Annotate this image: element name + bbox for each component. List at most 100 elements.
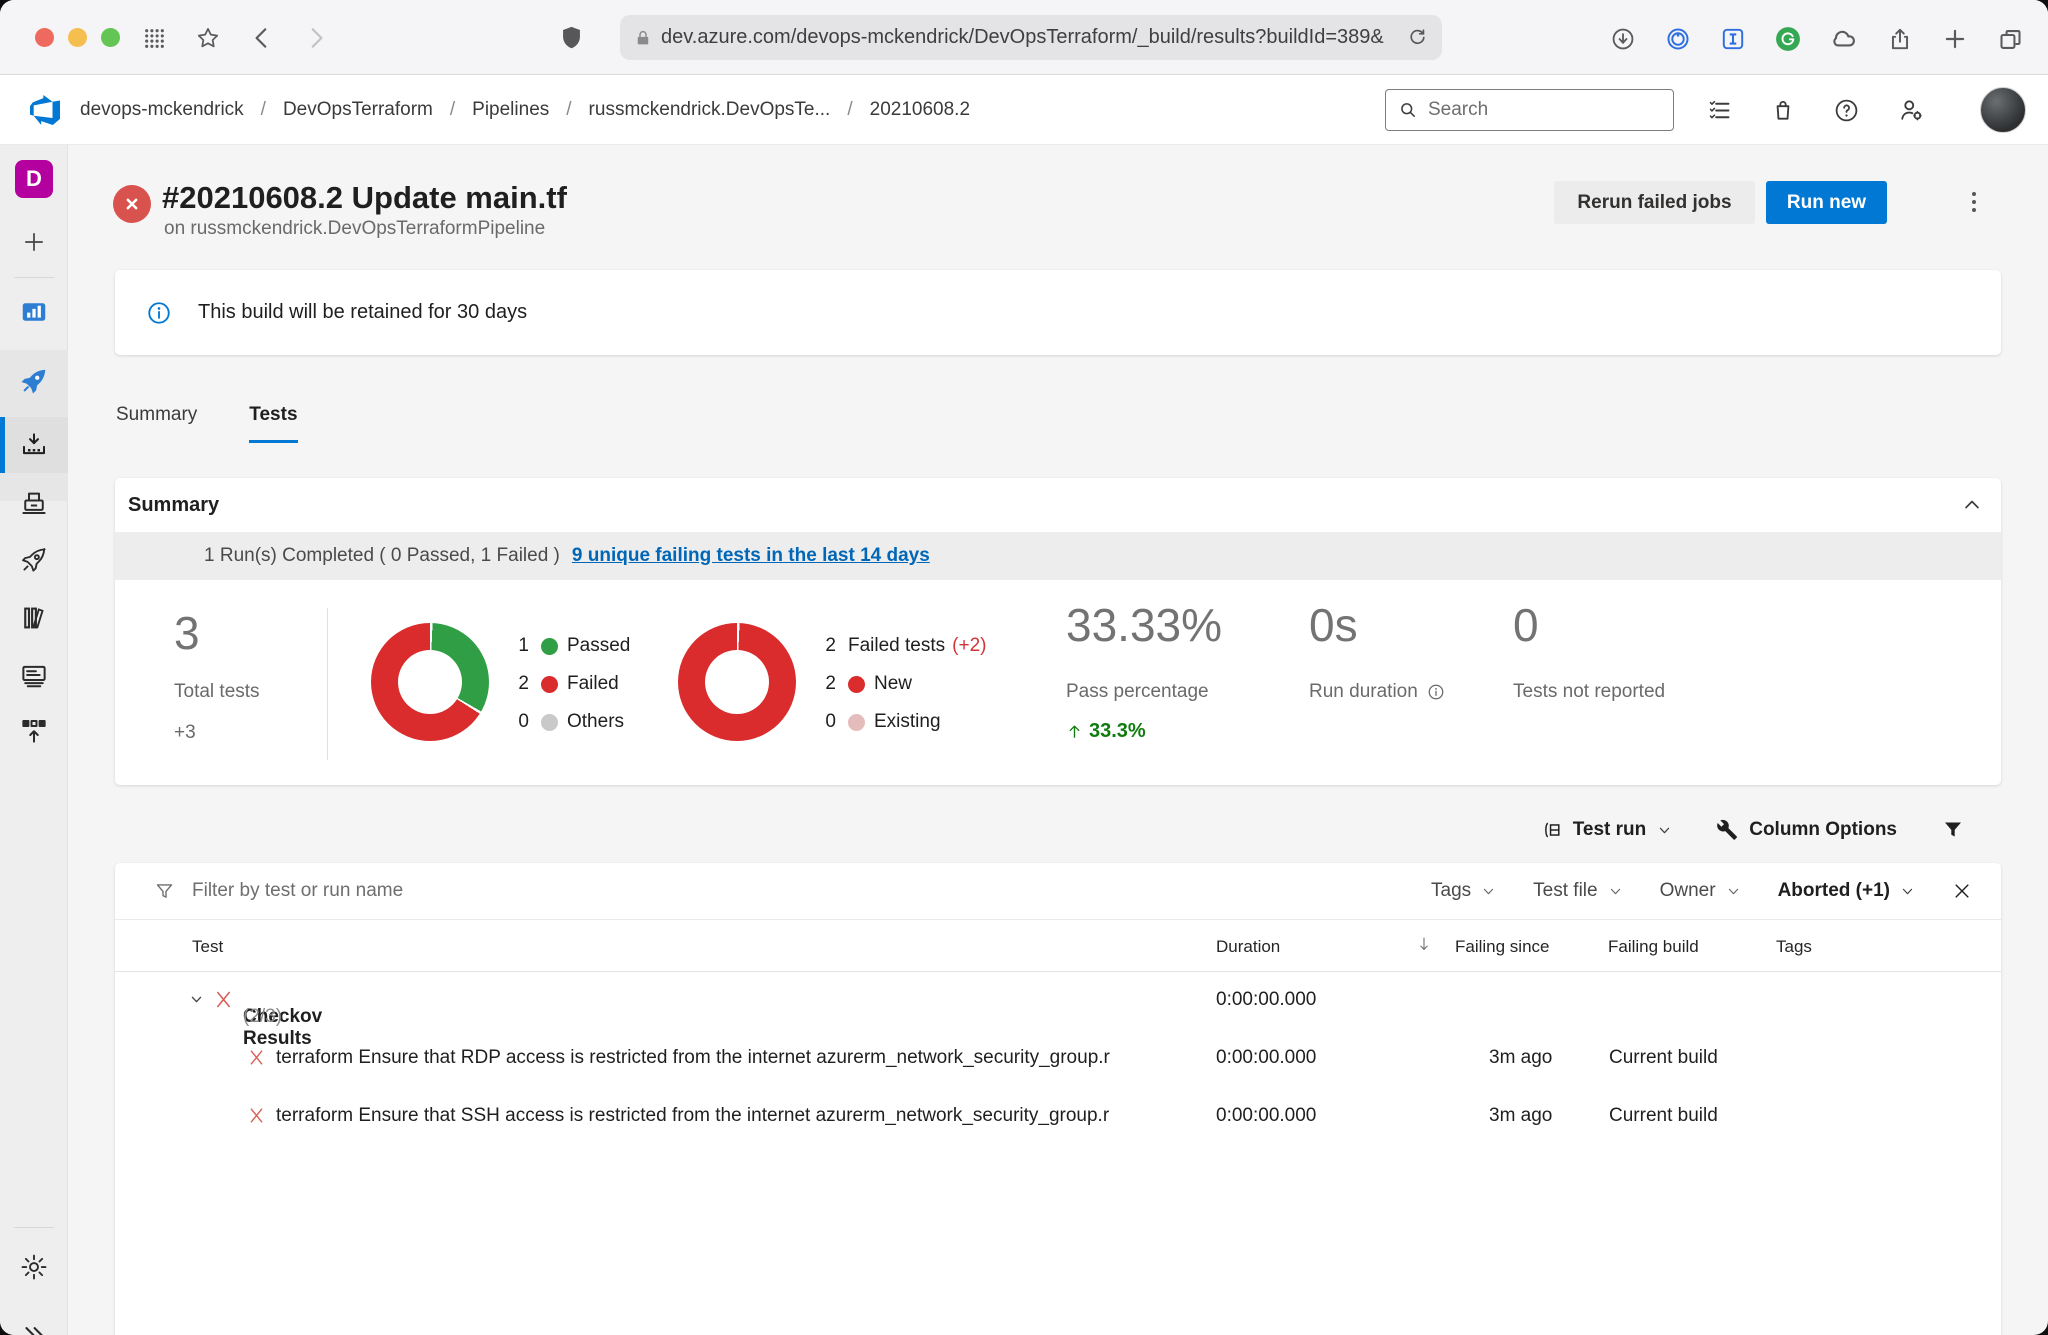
tab-summary[interactable]: Summary bbox=[116, 404, 197, 443]
close-window-button[interactable] bbox=[35, 28, 54, 47]
deployments-icon bbox=[19, 430, 49, 460]
tags-filter-dropdown[interactable]: Tags bbox=[1431, 880, 1496, 902]
back-icon[interactable] bbox=[249, 25, 275, 51]
breadcrumb-pipelines[interactable]: Pipelines bbox=[472, 99, 549, 121]
expand-chevron-icon[interactable] bbox=[189, 992, 204, 1007]
collapse-chevron-up-icon[interactable] bbox=[1961, 494, 1983, 516]
sidebar-divider bbox=[14, 277, 54, 278]
owner-filter-dropdown[interactable]: Owner bbox=[1660, 880, 1741, 902]
wrench-icon bbox=[1716, 819, 1738, 841]
column-duration[interactable]: Duration bbox=[1216, 937, 1280, 957]
tab-overview-grid-icon[interactable] bbox=[142, 26, 167, 51]
summary-stats: 3 Total tests +3 1 Passed 2 Failed 0 bbox=[115, 580, 2001, 785]
sidebar-item-boards[interactable] bbox=[0, 284, 68, 340]
group-by-test-run-dropdown[interactable]: Test run bbox=[1540, 819, 1673, 841]
downloads-icon[interactable] bbox=[1610, 26, 1636, 52]
marketplace-bag-icon[interactable] bbox=[1770, 97, 1796, 123]
sidebar-item-releases[interactable] bbox=[0, 532, 68, 588]
grammarly-extension-icon[interactable] bbox=[1775, 26, 1801, 52]
chevron-down-icon bbox=[1726, 884, 1741, 899]
table-row[interactable]: terraform Ensure that SSH access is rest… bbox=[115, 1088, 2001, 1146]
breadcrumb-run[interactable]: 20210608.2 bbox=[870, 99, 970, 121]
password-manager-icon[interactable] bbox=[1665, 26, 1691, 52]
share-icon[interactable] bbox=[1887, 26, 1913, 52]
existing-dot bbox=[848, 714, 865, 731]
icloud-icon[interactable] bbox=[1830, 25, 1858, 53]
outcome-filter-dropdown[interactable]: Aborted (+1) bbox=[1778, 880, 1915, 902]
address-bar[interactable]: dev.azure.com/devops-mckendrick/DevOpsTe… bbox=[620, 15, 1442, 60]
chevron-down-icon bbox=[1481, 884, 1496, 899]
sidebar-item-deployment-groups[interactable] bbox=[0, 703, 68, 759]
run-new-button[interactable]: Run new bbox=[1766, 181, 1887, 224]
column-test[interactable]: Test bbox=[192, 937, 223, 957]
search-box[interactable] bbox=[1385, 89, 1674, 131]
table-row[interactable]: terraform Ensure that RDP access is rest… bbox=[115, 1030, 2001, 1088]
search-input[interactable] bbox=[1428, 99, 1638, 121]
failed-tests-donut-chart bbox=[678, 623, 796, 741]
retention-banner: This build will be retained for 30 days bbox=[115, 270, 2001, 355]
azure-devops-logo[interactable] bbox=[30, 95, 60, 125]
trend-up-arrow-icon bbox=[1066, 723, 1083, 740]
test-results-legend: 1 Passed 2 Failed 0 Others bbox=[509, 627, 630, 741]
filter-input[interactable] bbox=[192, 880, 692, 902]
rerun-failed-jobs-button[interactable]: Rerun failed jobs bbox=[1554, 181, 1755, 224]
sidebar-item-task-groups[interactable] bbox=[0, 647, 68, 703]
library-icon bbox=[19, 603, 49, 633]
filter-toggle-icon[interactable] bbox=[1941, 818, 1965, 842]
clear-filter-close-icon[interactable] bbox=[1952, 881, 1972, 901]
work-items-list-icon[interactable] bbox=[1706, 97, 1733, 124]
sidebar-item-deployments[interactable] bbox=[0, 417, 68, 473]
others-dot bbox=[541, 714, 558, 731]
run-tabs: Summary Tests bbox=[116, 404, 298, 443]
user-avatar[interactable] bbox=[1980, 87, 2026, 133]
failed-x-icon bbox=[247, 1106, 266, 1125]
new-tab-icon[interactable] bbox=[1942, 26, 1968, 52]
sidebar-expand-button[interactable] bbox=[0, 1307, 68, 1335]
info-icon bbox=[146, 300, 172, 326]
forward-icon[interactable] bbox=[303, 25, 329, 51]
releases-rocket-icon bbox=[19, 545, 49, 575]
column-failing-build[interactable]: Failing build bbox=[1608, 937, 1699, 957]
breadcrumb-org[interactable]: devops-mckendrick bbox=[80, 99, 244, 121]
passed-dot bbox=[541, 638, 558, 655]
legend-item: 2 Failed bbox=[509, 665, 630, 703]
failed-x-icon bbox=[247, 1048, 266, 1067]
unique-failing-tests-link[interactable]: 9 unique failing tests in the last 14 da… bbox=[572, 545, 930, 567]
help-icon[interactable] bbox=[1833, 97, 1860, 124]
column-options-button[interactable]: Column Options bbox=[1716, 819, 1897, 841]
test-file-filter-dropdown[interactable]: Test file bbox=[1533, 880, 1622, 902]
test-duration: 0:00:00.000 bbox=[1216, 1047, 1316, 1069]
privacy-shield-icon[interactable] bbox=[558, 24, 585, 51]
table-group-row[interactable]: Checkov Results (2/3) 0:00:00.000 bbox=[115, 972, 2001, 1030]
column-failing-since[interactable]: Failing since bbox=[1455, 937, 1550, 957]
sidebar-item-environments[interactable] bbox=[0, 475, 68, 531]
sort-descending-icon[interactable] bbox=[1415, 934, 1433, 954]
double-chevron-right-icon bbox=[19, 1320, 49, 1335]
breadcrumb-pipeline[interactable]: russmckendrick.DevOpsTe... bbox=[589, 99, 831, 121]
minimize-window-button[interactable] bbox=[68, 28, 87, 47]
filter-input-wrap[interactable] bbox=[154, 880, 1431, 902]
bookmarks-star-icon[interactable] bbox=[195, 25, 221, 51]
tabs-overview-icon[interactable] bbox=[1997, 26, 2024, 53]
more-options-kebab-icon[interactable] bbox=[1962, 189, 1986, 217]
zoom-window-button[interactable] bbox=[101, 28, 120, 47]
new-dot bbox=[848, 676, 865, 693]
sidebar-item-library[interactable] bbox=[0, 590, 68, 646]
reader-extension-icon[interactable] bbox=[1720, 26, 1746, 52]
sidebar-project-avatar[interactable]: D bbox=[0, 151, 68, 207]
tab-tests[interactable]: Tests bbox=[249, 404, 297, 443]
sidebar-add-button[interactable] bbox=[0, 214, 68, 270]
sidebar-item-pipelines[interactable] bbox=[0, 353, 68, 409]
build-title: #20210608.2 Update main.tf bbox=[162, 180, 567, 216]
app-window: dev.azure.com/devops-mckendrick/DevOpsTe… bbox=[0, 0, 2048, 1335]
reload-icon[interactable] bbox=[1407, 27, 1428, 48]
pipelines-rocket-icon bbox=[19, 366, 49, 396]
sidebar-divider bbox=[14, 1227, 54, 1228]
sidebar-settings-button[interactable] bbox=[0, 1239, 68, 1295]
failed-dot bbox=[541, 676, 558, 693]
column-tags[interactable]: Tags bbox=[1776, 937, 1812, 957]
user-settings-icon[interactable] bbox=[1897, 96, 1925, 124]
duration-info-icon[interactable] bbox=[1427, 683, 1445, 701]
breadcrumb-project[interactable]: DevOpsTerraform bbox=[283, 99, 433, 121]
breadcrumb: devops-mckendrick / DevOpsTerraform / Pi… bbox=[80, 75, 970, 145]
